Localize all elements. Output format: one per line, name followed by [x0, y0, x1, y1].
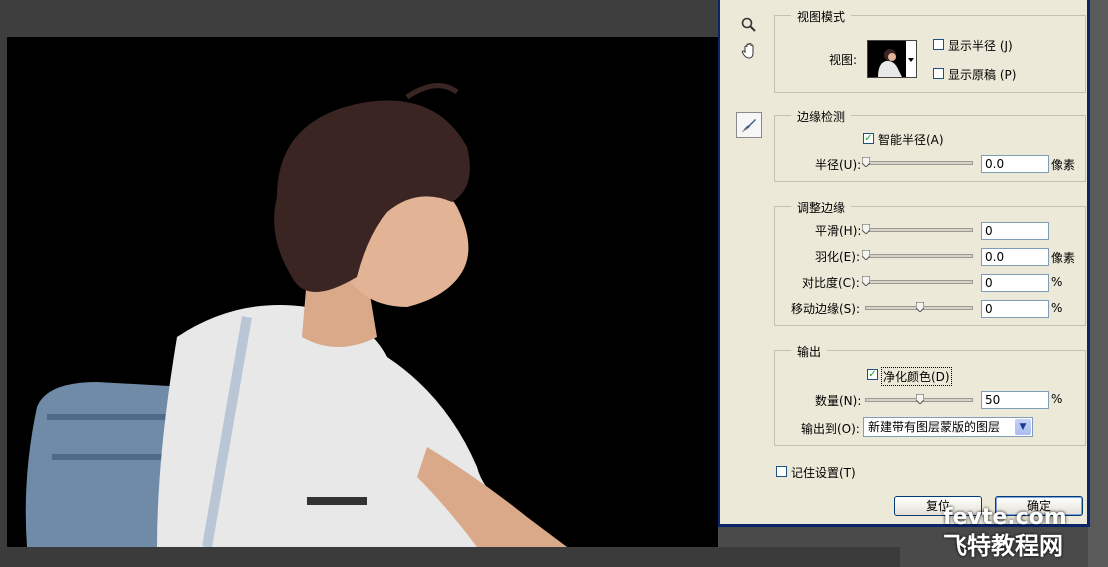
contrast-unit: %: [1051, 275, 1063, 289]
chevron-down-icon[interactable]: ▼: [1015, 419, 1031, 435]
show-radius-label: 显示半径 (J): [948, 39, 1013, 53]
shift-edge-slider-thumb[interactable]: [916, 302, 924, 312]
photo-cutout: [25, 83, 567, 547]
radius-input[interactable]: 0.0: [981, 155, 1049, 173]
watermark-line2: 飞特教程网: [943, 532, 1063, 560]
output-to-value: 新建带有图层蒙版的图层: [868, 420, 1001, 434]
view-thumbnail[interactable]: [867, 40, 907, 78]
smart-radius-label: 智能半径(A): [878, 133, 944, 147]
contrast-label: 对比度(C):: [802, 276, 860, 290]
refine-radius-brush-icon[interactable]: [736, 112, 762, 138]
radius-unit: 像素: [1051, 158, 1076, 172]
smooth-slider-thumb[interactable]: [862, 224, 870, 234]
image-canvas[interactable]: [7, 37, 770, 547]
feather-label: 羽化(E):: [815, 250, 860, 264]
amount-label: 数量(N):: [815, 394, 862, 408]
view-mode-group: 视图模式 视图: 显示半径 (J) 显示原稿 (P): [774, 8, 1086, 93]
smooth-label: 平滑(H):: [815, 224, 862, 238]
dialog-toolbar: [720, 0, 768, 527]
output-to-label: 输出到(O):: [801, 422, 860, 436]
remember-settings-checkbox[interactable]: [776, 466, 787, 477]
decontaminate-label: 净化颜色(D): [881, 367, 952, 386]
show-original-label: 显示原稿 (P): [948, 68, 1017, 82]
shift-edge-input[interactable]: 0: [981, 300, 1049, 318]
adjust-edge-group: 调整边缘 平滑(H): 0 羽化(E): 0.0 像素 对比度(C): 0 % …: [774, 199, 1086, 326]
hand-icon[interactable]: [736, 38, 762, 64]
site-watermark: fevte.com 飞特教程网: [943, 505, 1067, 561]
view-mode-title: 视图模式: [791, 8, 852, 25]
amount-input[interactable]: 50: [981, 391, 1049, 409]
amount-unit: %: [1051, 392, 1063, 406]
feather-slider[interactable]: [862, 250, 973, 260]
shift-edge-slider[interactable]: [865, 302, 973, 312]
radius-slider-thumb[interactable]: [862, 157, 870, 167]
smart-radius-checkbox[interactable]: ✓: [863, 133, 874, 144]
refine-edge-dialog: 视图模式 视图: 显示半径 (J) 显示原稿 (P) 边缘检测 ✓ 智能半径(A…: [718, 0, 1090, 527]
edge-detection-group: 边缘检测 ✓ 智能半径(A) 半径(U): 0.0 像素: [774, 108, 1086, 182]
show-original-checkbox[interactable]: [933, 68, 944, 79]
workspace-bottom-bar: [0, 547, 900, 567]
contrast-slider-thumb[interactable]: [862, 276, 870, 286]
edge-detection-title: 边缘检测: [791, 108, 852, 125]
radius-label: 半径(U):: [815, 158, 862, 172]
remember-settings-label: 记住设置(T): [791, 466, 856, 480]
radius-slider[interactable]: [862, 157, 973, 167]
adjust-edge-title: 调整边缘: [791, 199, 852, 216]
view-label: 视图:: [829, 53, 858, 67]
amount-slider-thumb[interactable]: [916, 394, 924, 404]
output-to-select[interactable]: 新建带有图层蒙版的图层 ▼: [863, 417, 1033, 437]
shift-edge-label: 移动边缘(S):: [791, 302, 861, 316]
feather-slider-thumb[interactable]: [862, 250, 870, 260]
output-group: 输出 ✓ 净化颜色(D) 数量(N): 50 % 输出到(O): 新建带有图层蒙…: [774, 343, 1086, 446]
workspace-top-strip: [0, 0, 718, 37]
show-radius-checkbox[interactable]: [933, 39, 944, 50]
view-dropdown[interactable]: [906, 40, 917, 78]
smooth-slider[interactable]: [862, 224, 973, 234]
smooth-input[interactable]: 0: [981, 222, 1049, 240]
output-title: 输出: [791, 343, 828, 360]
right-panel-edge: [1088, 0, 1108, 567]
contrast-slider[interactable]: [862, 276, 973, 286]
feather-unit: 像素: [1051, 251, 1076, 265]
decontaminate-checkbox[interactable]: ✓: [867, 369, 878, 380]
feather-input[interactable]: 0.0: [981, 248, 1049, 266]
amount-slider[interactable]: [865, 394, 973, 404]
contrast-input[interactable]: 0: [981, 274, 1049, 292]
shift-edge-unit: %: [1051, 301, 1063, 315]
zoom-icon[interactable]: [736, 12, 762, 38]
